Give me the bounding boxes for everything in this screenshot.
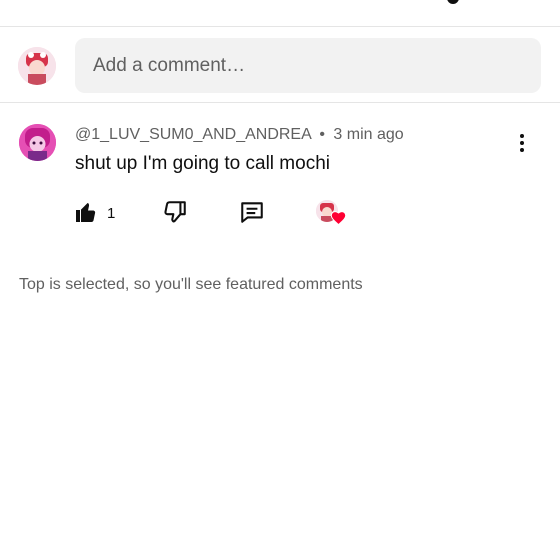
- heart-icon: [331, 211, 346, 225]
- like-count: 1: [107, 205, 116, 222]
- comment-item: @1_LUV_SUM0_AND_ANDREA • 3 min ago shut …: [0, 115, 560, 235]
- sort-note: Top is selected, so you'll see featured …: [19, 276, 363, 293]
- section-divider: [0, 102, 560, 103]
- comment-meta: @1_LUV_SUM0_AND_ANDREA • 3 min ago: [75, 126, 404, 144]
- top-divider: [0, 26, 560, 27]
- comment-actions: 1: [0, 199, 560, 229]
- like-button[interactable]: [74, 199, 98, 227]
- reply-button[interactable]: [238, 199, 266, 227]
- thumbs-up-icon: [76, 203, 96, 222]
- comment-text: shut up I'm going to call mochi: [75, 153, 330, 174]
- partial-icon: [447, 0, 459, 4]
- meta-separator: •: [319, 126, 325, 143]
- comment-input[interactable]: [75, 38, 541, 93]
- reply-icon: [241, 202, 263, 223]
- commenter-avatar[interactable]: [19, 124, 56, 161]
- add-comment-row: [0, 36, 560, 96]
- more-vert-icon: [520, 134, 524, 138]
- dislike-button[interactable]: [162, 199, 188, 227]
- comment-time: 3 min ago: [333, 126, 404, 143]
- thumbs-down-icon: [164, 201, 186, 223]
- user-avatar: [18, 47, 56, 85]
- creator-heart-badge: [316, 199, 346, 229]
- comment-author[interactable]: @1_LUV_SUM0_AND_ANDREA: [75, 126, 311, 143]
- more-options-button[interactable]: [510, 131, 534, 155]
